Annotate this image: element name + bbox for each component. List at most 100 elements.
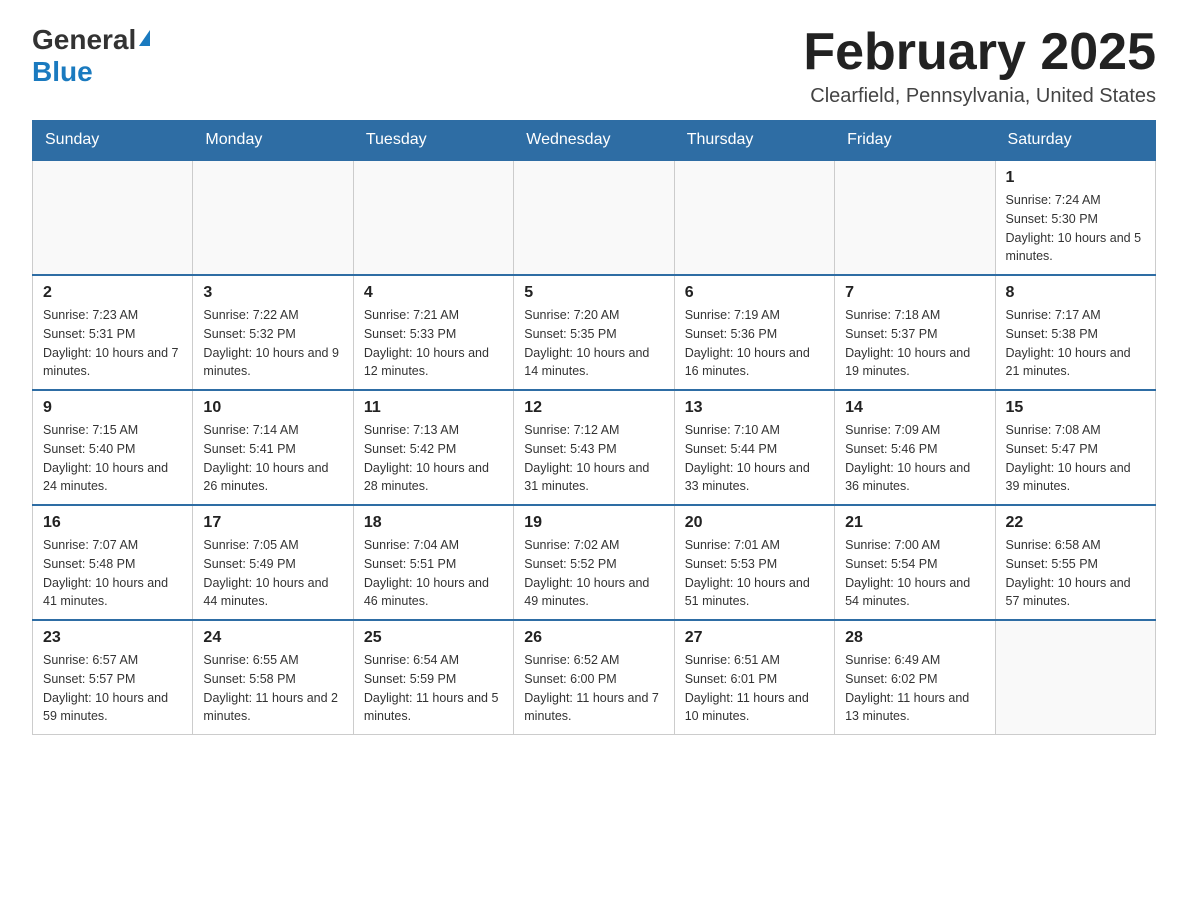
calendar-cell: 4 Sunrise: 7:21 AMSunset: 5:33 PMDaylight… (353, 275, 513, 390)
day-number: 2 (43, 284, 182, 302)
day-number: 20 (685, 514, 824, 532)
calendar-cell: 1 Sunrise: 7:24 AMSunset: 5:30 PMDaylight… (995, 160, 1155, 275)
calendar-cell: 20 Sunrise: 7:01 AMSunset: 5:53 PMDayligh… (674, 505, 834, 620)
day-info: Sunrise: 7:22 AMSunset: 5:32 PMDaylight:… (203, 306, 342, 381)
calendar-cell: 16 Sunrise: 7:07 AMSunset: 5:48 PMDayligh… (33, 505, 193, 620)
day-info: Sunrise: 7:19 AMSunset: 5:36 PMDaylight:… (685, 306, 824, 381)
calendar-header-sunday: Sunday (33, 121, 193, 161)
day-info: Sunrise: 7:13 AMSunset: 5:42 PMDaylight:… (364, 421, 503, 496)
calendar-week-row: 16 Sunrise: 7:07 AMSunset: 5:48 PMDayligh… (33, 505, 1156, 620)
calendar-cell: 22 Sunrise: 6:58 AMSunset: 5:55 PMDayligh… (995, 505, 1155, 620)
day-number: 17 (203, 514, 342, 532)
day-info: Sunrise: 6:51 AMSunset: 6:01 PMDaylight:… (685, 651, 824, 726)
logo-arrow-icon (139, 30, 150, 46)
day-number: 14 (845, 399, 984, 417)
calendar-header-saturday: Saturday (995, 121, 1155, 161)
day-number: 27 (685, 629, 824, 647)
day-info: Sunrise: 7:09 AMSunset: 5:46 PMDaylight:… (845, 421, 984, 496)
calendar-cell (33, 160, 193, 275)
calendar-cell: 8 Sunrise: 7:17 AMSunset: 5:38 PMDaylight… (995, 275, 1155, 390)
day-number: 25 (364, 629, 503, 647)
day-info: Sunrise: 7:10 AMSunset: 5:44 PMDaylight:… (685, 421, 824, 496)
calendar-cell: 3 Sunrise: 7:22 AMSunset: 5:32 PMDaylight… (193, 275, 353, 390)
day-number: 1 (1006, 169, 1145, 187)
day-info: Sunrise: 6:58 AMSunset: 5:55 PMDaylight:… (1006, 536, 1145, 611)
calendar-cell: 28 Sunrise: 6:49 AMSunset: 6:02 PMDayligh… (835, 620, 995, 735)
day-number: 8 (1006, 284, 1145, 302)
calendar-cell (353, 160, 513, 275)
day-number: 3 (203, 284, 342, 302)
day-info: Sunrise: 7:01 AMSunset: 5:53 PMDaylight:… (685, 536, 824, 611)
day-info: Sunrise: 6:57 AMSunset: 5:57 PMDaylight:… (43, 651, 182, 726)
calendar-header-tuesday: Tuesday (353, 121, 513, 161)
calendar-cell: 26Sunrise: 6:52 AMSunset: 6:00 PMDayligh… (514, 620, 674, 735)
day-info: Sunrise: 7:05 AMSunset: 5:49 PMDaylight:… (203, 536, 342, 611)
day-info: Sunrise: 7:04 AMSunset: 5:51 PMDaylight:… (364, 536, 503, 611)
calendar-cell (835, 160, 995, 275)
calendar-week-row: 2Sunrise: 7:23 AMSunset: 5:31 PMDaylight… (33, 275, 1156, 390)
calendar-cell: 24 Sunrise: 6:55 AMSunset: 5:58 PMDayligh… (193, 620, 353, 735)
day-info: Sunrise: 7:08 AMSunset: 5:47 PMDaylight:… (1006, 421, 1145, 496)
day-info: Sunrise: 6:55 AMSunset: 5:58 PMDaylight:… (203, 651, 342, 726)
day-number: 24 (203, 629, 342, 647)
day-info: Sunrise: 6:49 AMSunset: 6:02 PMDaylight:… (845, 651, 984, 726)
calendar-week-row: 9 Sunrise: 7:15 AMSunset: 5:40 PMDaylight… (33, 390, 1156, 505)
day-number: 10 (203, 399, 342, 417)
title-section: February 2025 Clearfield, Pennsylvania, … (803, 24, 1156, 108)
calendar-cell: 2Sunrise: 7:23 AMSunset: 5:31 PMDaylight… (33, 275, 193, 390)
day-number: 16 (43, 514, 182, 532)
day-number: 9 (43, 399, 182, 417)
calendar-cell: 17 Sunrise: 7:05 AMSunset: 5:49 PMDayligh… (193, 505, 353, 620)
location-label: Clearfield, Pennsylvania, United States (803, 85, 1156, 108)
day-info: Sunrise: 7:18 AMSunset: 5:37 PMDaylight:… (845, 306, 984, 381)
day-number: 23 (43, 629, 182, 647)
calendar-cell (674, 160, 834, 275)
calendar-header-row: SundayMondayTuesdayWednesdayThursdayFrid… (33, 121, 1156, 161)
calendar-header-thursday: Thursday (674, 121, 834, 161)
day-number: 13 (685, 399, 824, 417)
day-number: 5 (524, 284, 663, 302)
logo: General Blue (32, 24, 150, 88)
day-info: Sunrise: 7:17 AMSunset: 5:38 PMDaylight:… (1006, 306, 1145, 381)
calendar-cell: 7 Sunrise: 7:18 AMSunset: 5:37 PMDaylight… (835, 275, 995, 390)
calendar-cell: 23 Sunrise: 6:57 AMSunset: 5:57 PMDayligh… (33, 620, 193, 735)
day-number: 6 (685, 284, 824, 302)
calendar-cell: 10 Sunrise: 7:14 AMSunset: 5:41 PMDayligh… (193, 390, 353, 505)
calendar-cell: 21 Sunrise: 7:00 AMSunset: 5:54 PMDayligh… (835, 505, 995, 620)
day-number: 21 (845, 514, 984, 532)
calendar-cell: 25 Sunrise: 6:54 AMSunset: 5:59 PMDayligh… (353, 620, 513, 735)
logo-general-text: General (32, 24, 136, 56)
day-info: Sunrise: 7:21 AMSunset: 5:33 PMDaylight:… (364, 306, 503, 381)
day-number: 7 (845, 284, 984, 302)
day-number: 4 (364, 284, 503, 302)
day-info: Sunrise: 7:24 AMSunset: 5:30 PMDaylight:… (1006, 191, 1145, 266)
day-info: Sunrise: 6:54 AMSunset: 5:59 PMDaylight:… (364, 651, 503, 726)
calendar-header-wednesday: Wednesday (514, 121, 674, 161)
calendar-cell: 6 Sunrise: 7:19 AMSunset: 5:36 PMDaylight… (674, 275, 834, 390)
day-info: Sunrise: 7:15 AMSunset: 5:40 PMDaylight:… (43, 421, 182, 496)
calendar-cell: 9 Sunrise: 7:15 AMSunset: 5:40 PMDaylight… (33, 390, 193, 505)
calendar-week-row: 23 Sunrise: 6:57 AMSunset: 5:57 PMDayligh… (33, 620, 1156, 735)
calendar-cell: 11 Sunrise: 7:13 AMSunset: 5:42 PMDayligh… (353, 390, 513, 505)
calendar-cell: 14 Sunrise: 7:09 AMSunset: 5:46 PMDayligh… (835, 390, 995, 505)
day-info: Sunrise: 7:14 AMSunset: 5:41 PMDaylight:… (203, 421, 342, 496)
calendar-cell: 12Sunrise: 7:12 AMSunset: 5:43 PMDayligh… (514, 390, 674, 505)
day-info: Sunrise: 7:00 AMSunset: 5:54 PMDaylight:… (845, 536, 984, 611)
day-number: 22 (1006, 514, 1145, 532)
day-info: Sunrise: 7:07 AMSunset: 5:48 PMDaylight:… (43, 536, 182, 611)
day-number: 19 (524, 514, 663, 532)
calendar-table: SundayMondayTuesdayWednesdayThursdayFrid… (32, 120, 1156, 735)
day-number: 15 (1006, 399, 1145, 417)
day-number: 26 (524, 629, 663, 647)
day-number: 28 (845, 629, 984, 647)
month-title: February 2025 (803, 24, 1156, 81)
day-number: 12 (524, 399, 663, 417)
calendar-cell (514, 160, 674, 275)
day-info: Sunrise: 7:02 AMSunset: 5:52 PMDaylight:… (524, 536, 663, 611)
calendar-cell: 5Sunrise: 7:20 AMSunset: 5:35 PMDaylight… (514, 275, 674, 390)
page-header: General Blue February 2025 Clearfield, P… (32, 24, 1156, 108)
calendar-cell: 13 Sunrise: 7:10 AMSunset: 5:44 PMDayligh… (674, 390, 834, 505)
logo-blue-text: Blue (32, 56, 93, 88)
day-number: 11 (364, 399, 503, 417)
calendar-cell: 27 Sunrise: 6:51 AMSunset: 6:01 PMDayligh… (674, 620, 834, 735)
